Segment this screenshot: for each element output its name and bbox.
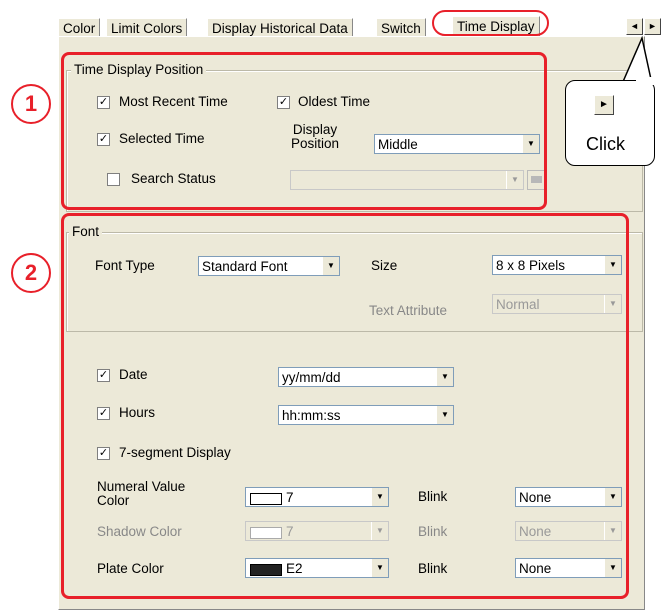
tab-scroll-left-button[interactable]: ◄ <box>626 18 643 35</box>
tab-switch[interactable]: Switch <box>376 18 426 38</box>
callout-click-label: Click <box>586 134 625 154</box>
callout-right-arrow-button: ► <box>594 95 614 115</box>
right-arrow-icon: ► <box>648 21 657 31</box>
tab-display-historical-data[interactable]: Display Historical Data <box>207 18 353 38</box>
marker-1: 1 <box>11 84 51 124</box>
section-1-highlight <box>61 52 547 210</box>
marker-2: 2 <box>11 253 51 293</box>
callout-pointer-fill <box>636 77 656 85</box>
left-arrow-icon: ◄ <box>630 21 639 31</box>
tab-scroll-right-button[interactable]: ► <box>644 18 661 35</box>
right-arrow-icon: ► <box>599 99 609 110</box>
tab-limit-colors[interactable]: Limit Colors <box>106 18 188 38</box>
tab-highlight <box>432 10 549 36</box>
section-2-highlight <box>61 213 629 599</box>
tab-color[interactable]: Color <box>58 18 101 38</box>
